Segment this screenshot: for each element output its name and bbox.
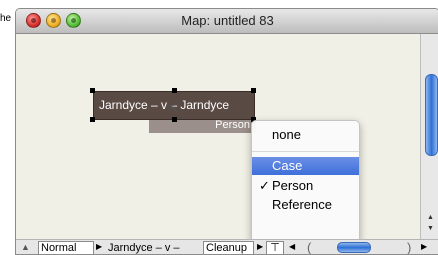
title-bar[interactable]: Map: untitled 83 bbox=[16, 9, 438, 34]
vertical-scroll-thumb[interactable] bbox=[425, 74, 438, 156]
context-menu: none Case ✓ Person Reference bbox=[251, 120, 360, 243]
menu-item-label: Case bbox=[272, 158, 303, 173]
note-path-label: Jarndyce – v – bbox=[108, 242, 180, 254]
scroll-left-icon[interactable]: ◀ bbox=[289, 242, 295, 251]
menu-item-reference[interactable]: Reference bbox=[252, 196, 359, 214]
resize-handle[interactable] bbox=[172, 88, 177, 93]
menu-item-none[interactable]: none bbox=[252, 126, 359, 144]
checkmark-icon: ✓ bbox=[259, 178, 270, 193]
resize-handle[interactable] bbox=[172, 117, 177, 122]
menu-item-case[interactable]: Case bbox=[252, 157, 359, 175]
chevron-right-icon[interactable]: ▶ bbox=[257, 242, 263, 251]
menu-item-label: Person bbox=[272, 178, 314, 193]
resize-handle[interactable] bbox=[90, 117, 95, 122]
resize-handle[interactable] bbox=[90, 88, 95, 93]
note-node-title: Jarndyce – v – Jarndyce bbox=[99, 98, 230, 112]
map-canvas[interactable]: Person Jarndyce – v – Jarndyce ↖ none Ca… bbox=[16, 34, 420, 243]
scroll-up-icon[interactable]: ▲ bbox=[427, 214, 434, 221]
cleanup-popup-label: Cleanup bbox=[206, 242, 247, 254]
collapse-up-icon[interactable]: ▲ bbox=[21, 242, 30, 252]
resize-handle[interactable] bbox=[251, 88, 256, 93]
menu-separator bbox=[252, 151, 359, 152]
map-window: Map: untitled 83 Person Jarndyce – v – J… bbox=[15, 8, 438, 255]
background-window-text: he bbox=[0, 13, 12, 24]
vertical-scrollbar[interactable]: ▲ ▼ bbox=[420, 34, 438, 239]
scroll-down-icon[interactable]: ▼ bbox=[427, 225, 434, 232]
node-type-text: Person bbox=[215, 119, 250, 131]
style-popup-label: Normal bbox=[41, 242, 77, 254]
menu-item-person[interactable]: ✓ Person bbox=[252, 177, 359, 195]
window-title: Map: untitled 83 bbox=[181, 13, 274, 28]
menu-item-label: Reference bbox=[272, 197, 332, 212]
menu-item-label: none bbox=[272, 127, 301, 142]
cursor-icon: ↖ bbox=[168, 100, 180, 116]
scroll-right-icon[interactable]: ▶ bbox=[421, 242, 427, 251]
chevron-right-icon[interactable]: ▶ bbox=[96, 242, 102, 251]
horizontal-scroll-thumb[interactable] bbox=[337, 242, 371, 253]
node-type-label: Person bbox=[149, 119, 256, 133]
